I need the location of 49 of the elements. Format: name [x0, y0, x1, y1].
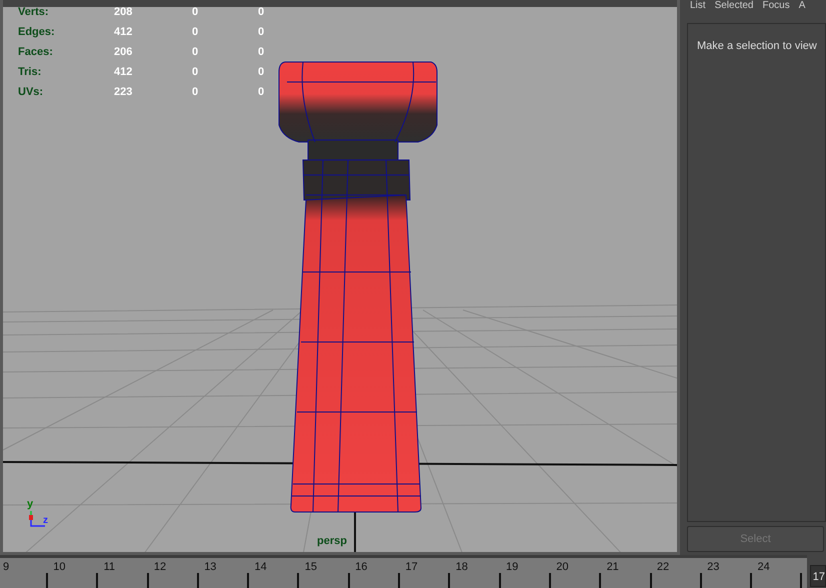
frame-number: 22: [656, 561, 670, 573]
viewport[interactable]: Verts: 208 0 0 Edges: 412 0 0 Faces: 206 0 0 Tris: 412 0 0 UVs: 223 0 0 y z persp: [0, 0, 680, 555]
stat-value: 208: [114, 5, 134, 20]
stat-value: 0: [258, 65, 266, 80]
frame-number: 23: [706, 561, 720, 573]
stat-value: 223: [114, 85, 134, 100]
stat-value: 412: [114, 25, 134, 40]
frame-number: 13: [203, 561, 216, 573]
stat-value: 0: [192, 45, 200, 60]
frame-number: 14: [253, 561, 267, 573]
frame-number: 19: [504, 561, 518, 573]
axis-gizmo-icon: [29, 511, 45, 527]
stat-label: Faces:: [18, 45, 54, 60]
frame-number: 11: [102, 561, 116, 573]
menu-item[interactable]: List: [690, 0, 706, 13]
time-ruler[interactable]: 9 10 11 12 13 14 15 16 17 18 19 20 21 22 23 24: [0, 555, 807, 588]
camera-label: persp: [317, 534, 347, 549]
frame-number: 24: [756, 561, 770, 573]
frame-number: 18: [454, 561, 468, 573]
stat-value: 0: [192, 85, 200, 100]
stat-value: 0: [258, 25, 266, 40]
stat-value: 0: [192, 25, 200, 40]
stat-label: UVs:: [18, 85, 44, 100]
frame-number: 20: [555, 561, 569, 573]
stat-value: 412: [114, 65, 134, 80]
menu-item[interactable]: Selected: [714, 0, 754, 13]
stat-value: 0: [258, 45, 266, 60]
menu-item[interactable]: Focus: [762, 0, 790, 13]
frame-number: 21: [606, 561, 619, 573]
stat-value: 206: [114, 45, 134, 60]
axis-line: [354, 510, 356, 552]
axis-label: y: [27, 499, 34, 510]
stat-label: Edges:: [18, 25, 56, 40]
frame-number: 9: [2, 561, 10, 573]
frame-number: 10: [52, 561, 66, 573]
stat-value: 0: [258, 85, 266, 100]
axis-label: z: [43, 516, 48, 526]
stat-label: Tris:: [18, 65, 42, 80]
menu-item[interactable]: A: [798, 0, 806, 13]
frame-number: 15: [304, 561, 318, 573]
frame-number: 17: [404, 561, 418, 573]
message-text: Make a selection to view: [697, 40, 817, 52]
frame-number: 16: [354, 561, 368, 573]
stat-value: 0: [192, 5, 200, 20]
stat-label: Verts:: [18, 5, 50, 20]
frame-number: 12: [152, 561, 166, 573]
stat-value: 0: [192, 65, 200, 80]
stat-value: 0: [258, 5, 266, 20]
current-frame-field[interactable]: 17: [810, 565, 826, 587]
